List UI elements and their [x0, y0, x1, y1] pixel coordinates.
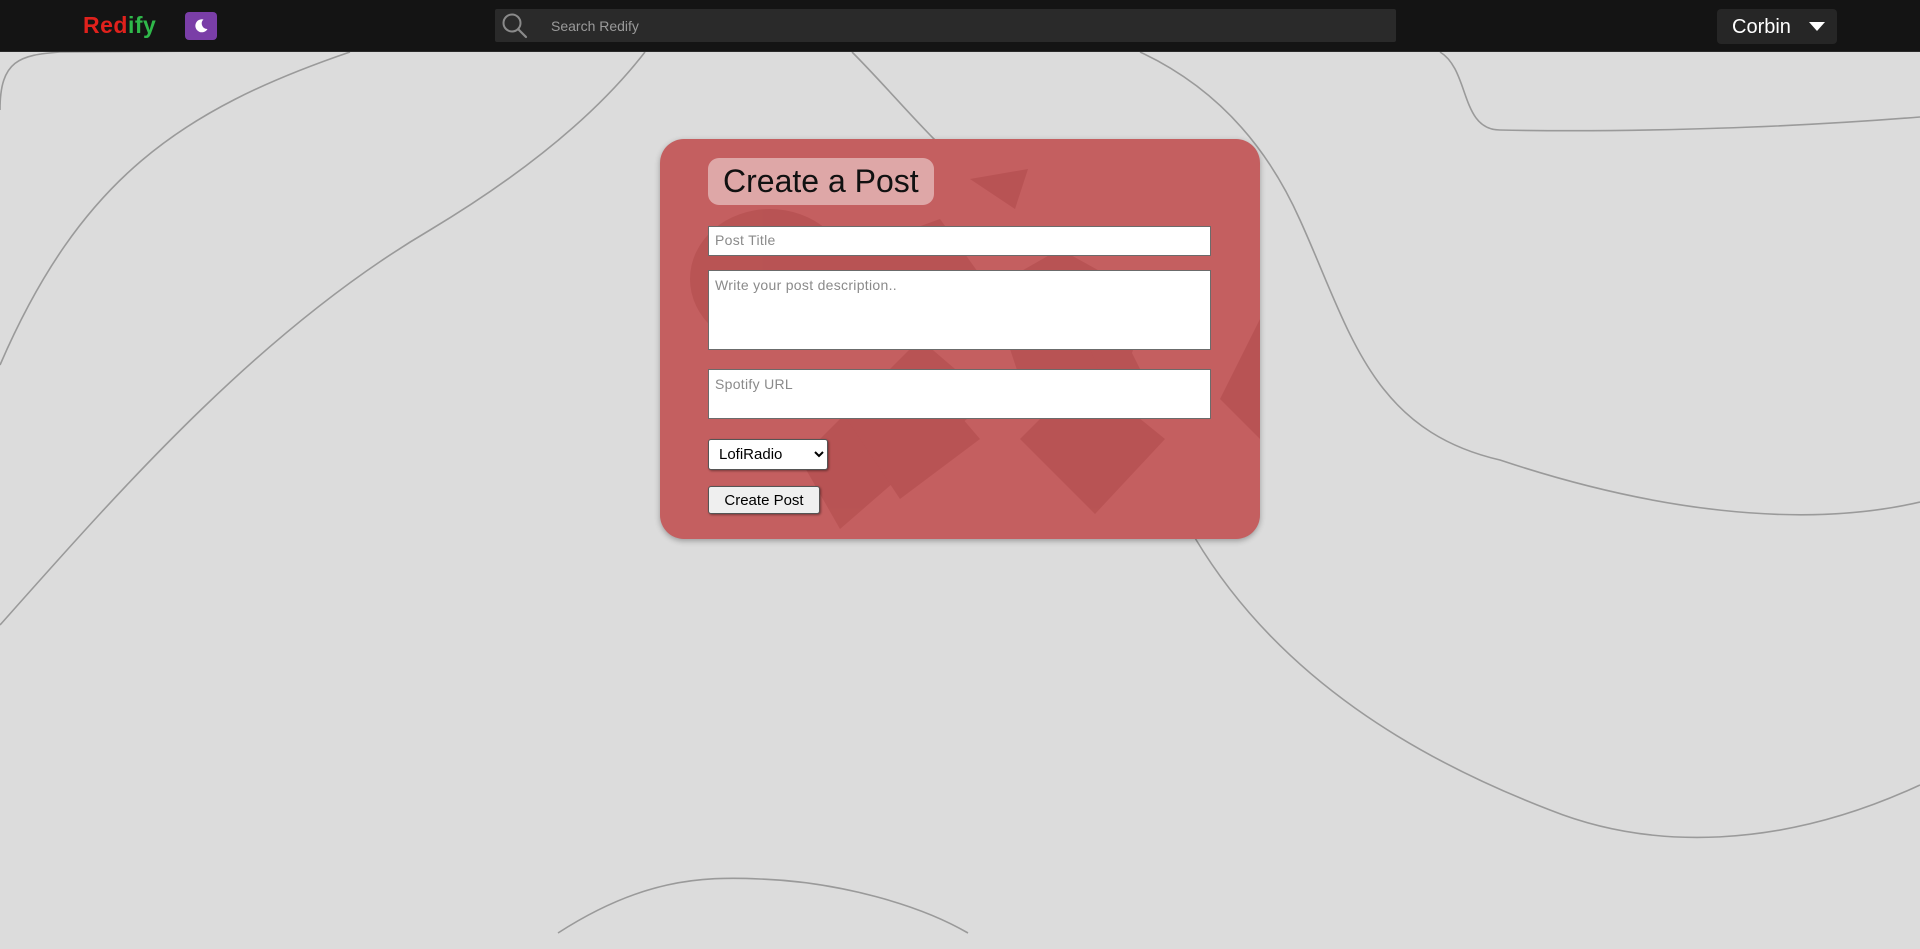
create-post-button[interactable]: Create Post — [708, 486, 820, 514]
brand-logo-red: Red — [83, 12, 128, 38]
create-post-card: Create a Post LofiRadio Create Post — [660, 139, 1260, 539]
brand-logo[interactable]: Redify — [83, 12, 156, 39]
spotify-url-input[interactable] — [708, 369, 1211, 419]
community-select[interactable]: LofiRadio — [708, 439, 828, 470]
brand-logo-green: ify — [127, 12, 157, 38]
post-title-input[interactable] — [708, 226, 1211, 256]
caret-down-icon — [1809, 22, 1825, 31]
page-title: Create a Post — [708, 158, 934, 205]
top-navbar: Redify Corbin — [0, 0, 1920, 52]
theme-toggle-button[interactable] — [185, 12, 217, 40]
search-bar[interactable] — [495, 9, 1396, 42]
user-name: Corbin — [1732, 16, 1791, 38]
search-icon — [502, 13, 528, 39]
user-menu-dropdown[interactable]: Corbin — [1717, 9, 1837, 44]
moon-icon — [195, 19, 208, 33]
post-description-textarea[interactable] — [708, 270, 1211, 350]
search-input[interactable] — [551, 9, 1371, 42]
